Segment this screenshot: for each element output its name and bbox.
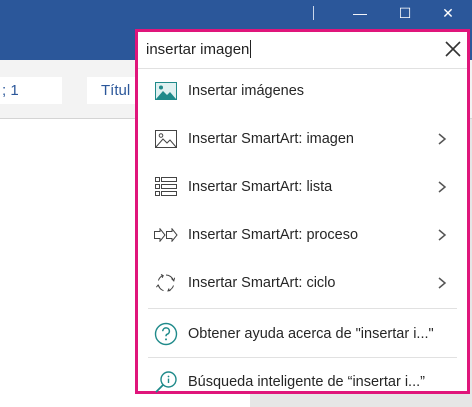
menu-item-label: Insertar SmartArt: ciclo (188, 275, 336, 291)
menu-item-insert-pictures[interactable]: Insertar imágenes (138, 67, 467, 115)
tell-me-search-input[interactable] (146, 38, 426, 60)
menu-item-smartart-picture[interactable]: Insertar SmartArt: imagen (138, 115, 467, 163)
menu-item-label: Obtener ayuda acerca de "insertar i..." (188, 326, 434, 342)
chevron-right-icon (438, 277, 447, 289)
menu-item-label: Búsqueda inteligente de “insertar i...” (188, 374, 425, 390)
menu-item-get-help[interactable]: Obtener ayuda acerca de "insertar i..." (138, 310, 467, 358)
smartart-picture-icon (154, 127, 178, 151)
chevron-right-icon (438, 133, 447, 145)
menu-item-label: Insertar SmartArt: imagen (188, 131, 354, 147)
maximize-button[interactable]: ☐ (385, 0, 425, 26)
minimize-button[interactable]: — (340, 0, 380, 26)
menu-item-label: Insertar SmartArt: lista (188, 179, 333, 195)
close-icon: ✕ (442, 4, 454, 21)
menu-divider (148, 308, 457, 309)
text-caret (250, 40, 251, 58)
minimize-icon: — (353, 5, 367, 21)
close-icon (445, 41, 461, 57)
smartart-list-icon (154, 175, 178, 199)
help-icon (154, 322, 178, 346)
menu-item-label: Insertar imágenes (188, 83, 305, 99)
menu-item-smart-lookup[interactable]: Búsqueda inteligente de “insertar i...” (138, 358, 467, 406)
chevron-right-icon (438, 229, 447, 241)
tell-me-dropdown: Insertar imágenes Insertar SmartArt: ima… (135, 29, 470, 394)
chevron-right-icon (438, 181, 447, 193)
clear-search-button[interactable] (442, 38, 464, 60)
menu-item-label: Insertar SmartArt: proceso (188, 227, 359, 243)
smartart-cycle-icon (154, 271, 178, 295)
menu-item-smartart-cycle[interactable]: Insertar SmartArt: ciclo (138, 259, 467, 307)
smartart-process-icon (154, 223, 178, 247)
picture-icon (154, 79, 178, 103)
style-gallery-item-label: Títul (101, 82, 131, 99)
title-separator (313, 6, 314, 20)
tell-me-search-box (138, 32, 467, 69)
style-gallery-item-label: ; 1 (2, 82, 19, 99)
style-gallery-item-heading1[interactable]: ; 1 (0, 77, 62, 104)
smart-lookup-icon (154, 370, 178, 394)
maximize-icon: ☐ (398, 4, 412, 21)
menu-item-smartart-process[interactable]: Insertar SmartArt: proceso (138, 211, 467, 259)
menu-item-smartart-list[interactable]: Insertar SmartArt: lista (138, 163, 467, 211)
close-window-button[interactable]: ✕ (428, 0, 468, 26)
